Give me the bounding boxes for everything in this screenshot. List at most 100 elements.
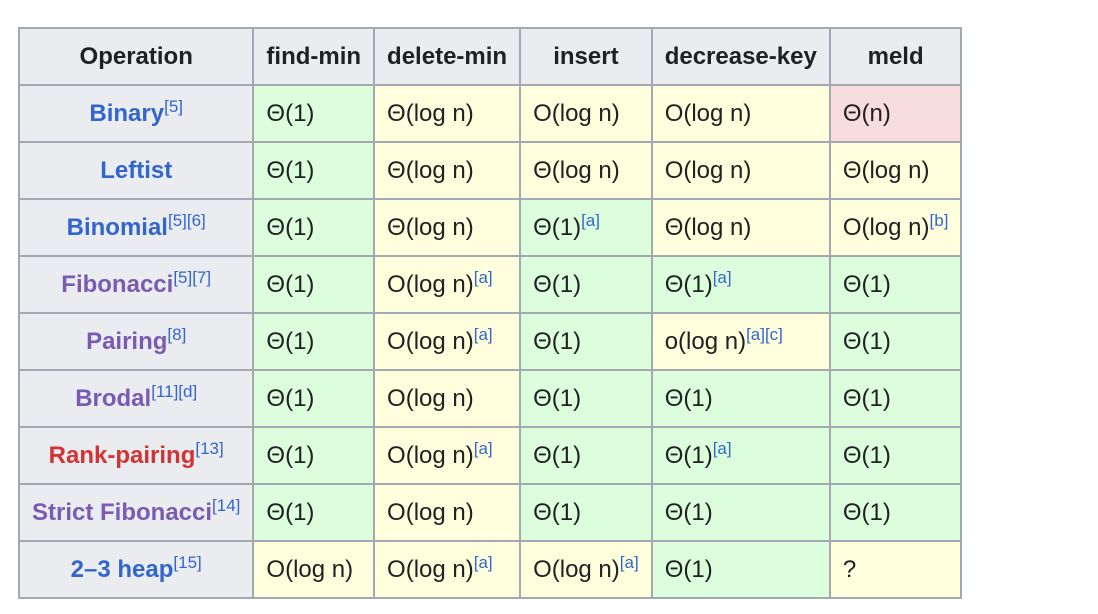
complexity-value: Θ(1): [266, 270, 315, 298]
complexity-value: O(log n): [387, 498, 474, 526]
complexity-cell-meld: Θ(1): [828, 255, 963, 314]
heap-complexity-table: Operation find-min delete-min insert decreas…: [17, 27, 963, 599]
heap-name-link[interactable]: Fibonacci: [61, 271, 173, 298]
table-row: Binary[5] Θ(1) Θ(log n) O(log n) O(log n) Θ(n…: [17, 84, 963, 143]
column-header-meld: meld: [828, 27, 963, 86]
complexity-cell-delete-min: O(log n)[a]: [373, 426, 522, 485]
row-header: 2–3 heap[15]: [17, 540, 255, 599]
heap-name-link[interactable]: Rank-pairing: [49, 442, 196, 469]
complexity-value: Θ(1): [533, 327, 582, 355]
note-link[interactable]: [a]: [474, 553, 493, 572]
note-link[interactable]: [b]: [930, 211, 949, 230]
row-header: Binomial[5][6]: [17, 198, 255, 257]
table-row: Fibonacci[5][7] Θ(1) O(log n)[a] Θ(1) Θ(1)[a…: [17, 255, 963, 314]
note-link[interactable]: [a]: [474, 325, 493, 344]
complexity-cell-decrease-key: Θ(1): [650, 483, 831, 542]
complexity-value: Θ(1): [842, 327, 891, 355]
complexity-cell-meld: O(log n)[b]: [828, 198, 963, 257]
complexity-value: Θ(1): [664, 270, 713, 298]
complexity-cell-delete-min: O(log n)[a]: [373, 255, 522, 314]
complexity-cell-find-min: Θ(1): [252, 198, 376, 257]
complexity-value: ?: [842, 555, 857, 583]
complexity-value: O(log n): [387, 384, 474, 412]
note-link[interactable]: [a]: [474, 268, 493, 287]
complexity-cell-insert: Θ(1): [519, 426, 653, 485]
complexity-value: O(log n): [533, 555, 620, 583]
complexity-value: Θ(1): [266, 213, 315, 241]
row-header: Brodal[11][d]: [17, 369, 255, 428]
table-row: Brodal[11][d] Θ(1) O(log n) Θ(1) Θ(1) Θ(1): [17, 369, 963, 428]
table-row: Pairing[8] Θ(1) O(log n)[a] Θ(1) o(log n)[a]…: [17, 312, 963, 371]
row-header: Fibonacci[5][7]: [17, 255, 255, 314]
row-header: Leftist: [17, 141, 255, 200]
complexity-cell-decrease-key: Θ(log n): [650, 198, 831, 257]
reference-link[interactable]: [13]: [195, 439, 223, 458]
complexity-value: O(log n): [664, 99, 752, 127]
note-link[interactable]: [a]: [581, 211, 600, 230]
complexity-value: Θ(log n): [533, 156, 620, 184]
column-header-decrease-key: decrease-key: [650, 27, 831, 86]
complexity-cell-find-min: Θ(1): [252, 369, 376, 428]
reference-link[interactable]: [5][6]: [168, 211, 206, 230]
complexity-value: O(log n): [842, 213, 930, 241]
complexity-value: Θ(1): [266, 156, 315, 184]
complexity-cell-insert: Θ(1): [519, 369, 653, 428]
complexity-value: Θ(1): [533, 384, 582, 412]
heap-name-link[interactable]: Binary: [89, 100, 164, 127]
complexity-value: Θ(n): [842, 99, 891, 127]
heap-name-link[interactable]: Leftist: [100, 157, 172, 184]
complexity-value: O(log n): [387, 441, 474, 469]
complexity-value: Θ(log n): [842, 156, 930, 184]
heap-name-link[interactable]: Brodal: [75, 385, 151, 412]
reference-link[interactable]: [5]: [164, 97, 183, 116]
complexity-cell-find-min: Θ(1): [252, 84, 376, 143]
heap-name-link[interactable]: Binomial: [67, 214, 168, 241]
complexity-value: Θ(1): [664, 441, 713, 469]
complexity-value: O(log n): [387, 270, 474, 298]
table-row: Binomial[5][6] Θ(1) Θ(log n) Θ(1)[a] Θ(log n…: [17, 198, 963, 257]
note-link[interactable]: [a]: [620, 553, 639, 572]
complexity-value: Θ(1): [842, 498, 891, 526]
note-link[interactable]: [a][c]: [746, 325, 783, 344]
complexity-cell-find-min: Θ(1): [252, 483, 376, 542]
complexity-value: O(log n): [387, 555, 474, 583]
column-header-delete-min: delete-min: [373, 27, 522, 86]
reference-link[interactable]: [5][7]: [173, 268, 211, 287]
column-header-operation: Operation: [17, 27, 255, 86]
complexity-cell-insert: Θ(1): [519, 255, 653, 314]
note-link[interactable]: [a]: [713, 439, 732, 458]
complexity-cell-meld: Θ(1): [828, 312, 963, 371]
column-header-find-min: find-min: [252, 27, 376, 86]
complexity-cell-decrease-key: o(log n)[a][c]: [650, 312, 831, 371]
row-header: Binary[5]: [17, 84, 255, 143]
reference-link[interactable]: [15]: [173, 553, 201, 572]
table-row: Leftist Θ(1) Θ(log n) Θ(log n) O(log n) Θ(log…: [17, 141, 963, 200]
complexity-value: O(log n): [266, 555, 354, 583]
row-header: Strict Fibonacci[14]: [17, 483, 255, 542]
complexity-cell-insert: O(log n): [519, 84, 653, 143]
complexity-value: O(log n): [533, 99, 620, 127]
complexity-value: Θ(1): [266, 498, 315, 526]
complexity-value: Θ(log n): [387, 99, 474, 127]
complexity-cell-delete-min: O(log n)[a]: [373, 312, 522, 371]
note-link[interactable]: [a]: [474, 439, 493, 458]
reference-link[interactable]: [11][d]: [151, 382, 197, 401]
header-row: Operation find-min delete-min insert decreas…: [17, 27, 963, 86]
heap-name-link[interactable]: Strict Fibonacci: [32, 499, 212, 526]
complexity-cell-insert: Θ(log n): [519, 141, 653, 200]
complexity-cell-decrease-key: O(log n): [650, 84, 831, 143]
heap-name-link[interactable]: Pairing: [86, 328, 167, 355]
row-header: Pairing[8]: [17, 312, 255, 371]
complexity-value: Θ(log n): [387, 156, 474, 184]
complexity-cell-insert: Θ(1): [519, 312, 653, 371]
complexity-value: Θ(1): [266, 327, 315, 355]
reference-link[interactable]: [14]: [212, 496, 240, 515]
reference-link[interactable]: [8]: [167, 325, 186, 344]
complexity-cell-find-min: Θ(1): [252, 141, 376, 200]
complexity-value: Θ(log n): [664, 213, 752, 241]
note-link[interactable]: [a]: [713, 268, 732, 287]
complexity-cell-meld: Θ(1): [828, 483, 963, 542]
complexity-cell-delete-min: O(log n): [373, 369, 522, 428]
heap-name-link[interactable]: 2–3 heap: [71, 556, 174, 583]
complexity-value: Θ(1): [533, 498, 582, 526]
